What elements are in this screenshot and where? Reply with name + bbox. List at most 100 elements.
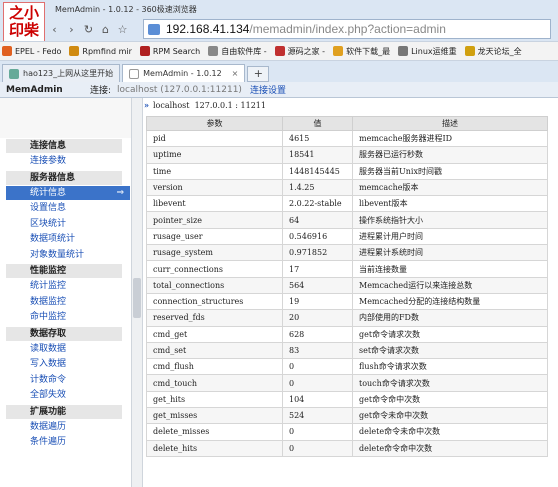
favorite-item[interactable]: 龙天论坛_全: [464, 46, 522, 57]
favorite-label: 源码之家 -: [287, 46, 326, 56]
favicon-icon: [208, 46, 219, 56]
sidebar-link[interactable]: 区块统计: [30, 217, 66, 231]
sidebar-scrollbar[interactable]: [131, 98, 143, 487]
scrollbar-thumb[interactable]: [133, 278, 141, 318]
favorite-item[interactable]: RPM Search: [139, 46, 200, 56]
description-cell: 当前连接数量: [352, 260, 548, 278]
back-icon[interactable]: ‹: [46, 21, 63, 38]
value-cell: 524: [282, 407, 353, 425]
table-row: delete_misses 0 delete命令未命中次数: [146, 423, 548, 441]
sidebar-link[interactable]: 对象数量统计: [30, 248, 84, 262]
app-name: MemAdmin: [6, 84, 63, 95]
table-row: pointer_size 64 操作系统指针大小: [146, 211, 548, 229]
description-cell: 服务器已运行秒数: [352, 146, 548, 164]
description-cell: 操作系统指针大小: [352, 211, 548, 229]
table-row: connection_structures 19 Memcached分配的连接结构数…: [146, 292, 548, 311]
favicon-icon: [398, 46, 409, 56]
home-icon[interactable]: ⌂: [97, 21, 114, 38]
sidebar-section-title: 扩展功能: [6, 404, 122, 419]
favicon-icon: [69, 46, 80, 56]
favorite-item[interactable]: Rpmfind mir: [69, 46, 132, 56]
favorite-item[interactable]: Linux运维重: [398, 46, 457, 57]
sidebar-link-label: 读取数据: [30, 343, 67, 354]
value-cell: 1.4.25: [282, 178, 353, 197]
favorite-item[interactable]: EPEL - Fedo: [2, 46, 61, 56]
param-cell: libevent: [146, 195, 283, 213]
refresh-icon[interactable]: ↻: [80, 21, 97, 38]
sidebar-link[interactable]: 命中监控: [30, 310, 66, 324]
table-row: curr_connections 17 当前连接数量: [146, 260, 548, 278]
sidebar-link-label: 全部失效: [30, 390, 67, 400]
value-cell: 0: [282, 439, 353, 457]
breadcrumb: » localhost 127.0.0.1 : 11211: [144, 100, 266, 110]
sidebar-link[interactable]: 条件遍历: [30, 435, 66, 449]
description-cell: flush命令请求次数: [352, 358, 548, 376]
table-header-row: 参数 值 描述: [146, 116, 548, 131]
value-cell: 83: [282, 341, 353, 360]
breadcrumb-address: 127.0.0.1 : 11211: [194, 101, 266, 110]
param-cell: connection_structures: [146, 292, 283, 311]
tab-hao123[interactable]: hao123_上网从这里开始: [2, 64, 121, 82]
favicon-icon: [2, 46, 12, 56]
favorite-item[interactable]: 自由软件库 -: [208, 46, 267, 57]
forward-icon[interactable]: ›: [63, 21, 80, 38]
sidebar-link[interactable]: 统计信息 ⇒: [6, 185, 130, 200]
connection-label: 连接:: [90, 86, 112, 96]
param-cell: pointer_size: [146, 211, 283, 229]
sidebar-link[interactable]: 连接参数: [30, 154, 66, 168]
nav-buttons: ‹ › ↻ ⌂ ☆: [46, 18, 131, 40]
description-cell: 进程累计用户时间: [352, 227, 548, 246]
sidebar-section-title: 连接信息: [6, 139, 122, 153]
site-icon: [148, 23, 160, 35]
value-cell: 19: [282, 292, 353, 311]
browser-logo: 之小印柴: [3, 2, 45, 42]
param-cell: total_connections: [146, 276, 283, 294]
sidebar-section-title: 服务器信息: [6, 170, 122, 185]
value-cell: 2.0.22-stable: [282, 195, 353, 213]
value-cell: 4615: [282, 129, 353, 148]
table-row: rusage_system 0.971852 进程累计系统时间: [146, 244, 548, 262]
favicon-icon: [274, 46, 285, 56]
favorite-item[interactable]: 源码之家 -: [274, 46, 326, 57]
main-content: » localhost 127.0.0.1 : 11211 参数 值 描述 pid…: [144, 98, 558, 487]
sidebar-link-label: 设置信息: [30, 203, 67, 213]
description-cell: get命令请求次数: [352, 325, 548, 343]
sidebar-link-label: 数据监控: [30, 296, 67, 307]
sidebar-link[interactable]: 数据遍历: [30, 420, 66, 434]
bookmark-star-icon[interactable]: ☆: [114, 21, 131, 38]
page-icon: [129, 68, 140, 79]
sidebar-link-label: 数据项统计: [30, 234, 76, 244]
close-icon[interactable]: ×: [232, 69, 239, 78]
sidebar-link[interactable]: 读取数据: [30, 342, 66, 356]
address-bar[interactable]: 192.168.41.134/memadmin/index.php?action…: [143, 19, 551, 39]
param-cell: delete_misses: [146, 423, 283, 441]
value-cell: 564: [282, 276, 353, 294]
sidebar-link[interactable]: 写入数据: [30, 357, 66, 371]
sidebar-link[interactable]: 数据项统计: [30, 232, 75, 246]
new-tab-button[interactable]: +: [247, 66, 270, 82]
table-row: cmd_set 83 set命令请求次数: [146, 341, 548, 360]
sidebar-link[interactable]: 设置信息: [30, 201, 66, 215]
table-row: uptime 18541 服务器已运行秒数: [146, 146, 548, 164]
sidebar-section-title: 数据存取: [6, 326, 122, 341]
sidebar-link[interactable]: 数据监控: [30, 295, 66, 309]
value-cell: 0: [282, 423, 353, 441]
connection-settings-link[interactable]: 连接设置: [250, 83, 286, 96]
favorite-label: 自由软件库 -: [221, 46, 267, 56]
sidebar-link-label: 写入数据: [30, 359, 67, 369]
url-text[interactable]: 192.168.41.134/memadmin/index.php?action…: [166, 22, 446, 36]
tab-memadmin[interactable]: MemAdmin - 1.0.12 ×: [122, 64, 246, 82]
app-header: MemAdmin 连接: localhost (127.0.0.1:11211)…: [0, 82, 558, 98]
favorite-label: 龙天论坛_全: [477, 46, 522, 56]
sidebar-link[interactable]: 计数命令: [30, 373, 66, 387]
sidebar-link[interactable]: 统计监控: [30, 279, 66, 293]
value-cell: 18541: [282, 146, 353, 164]
favorite-item[interactable]: 软件下载_最: [333, 46, 390, 57]
value-cell: 0.971852: [282, 244, 353, 262]
table-row: time 1448145445 服务器当前Unix时间戳: [146, 162, 548, 180]
sidebar-link[interactable]: 全部失效: [30, 388, 66, 402]
sidebar-top-strip: [0, 98, 131, 138]
description-cell: delete命令命中次数: [352, 439, 548, 457]
description-cell: set命令请求次数: [352, 341, 548, 360]
description-cell: 进程累计系统时间: [352, 244, 548, 262]
